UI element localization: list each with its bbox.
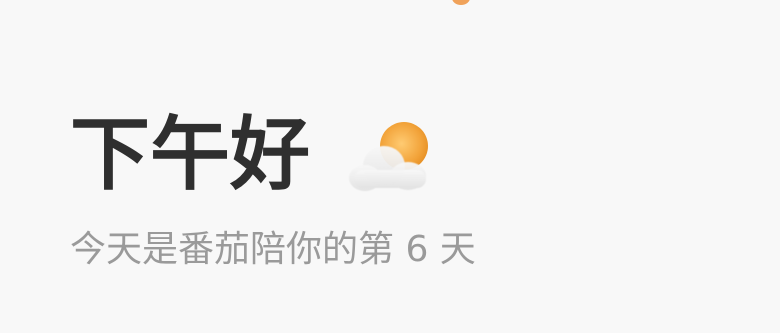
greeting-title: 下午好 [70,107,310,201]
top-accent-dot [452,0,470,5]
partly-cloudy-sun-icon [340,118,440,198]
greeting-row: 下午好 [70,104,440,204]
day-count-subtitle: 今天是番茄陪你的第 6 天 [70,229,476,270]
